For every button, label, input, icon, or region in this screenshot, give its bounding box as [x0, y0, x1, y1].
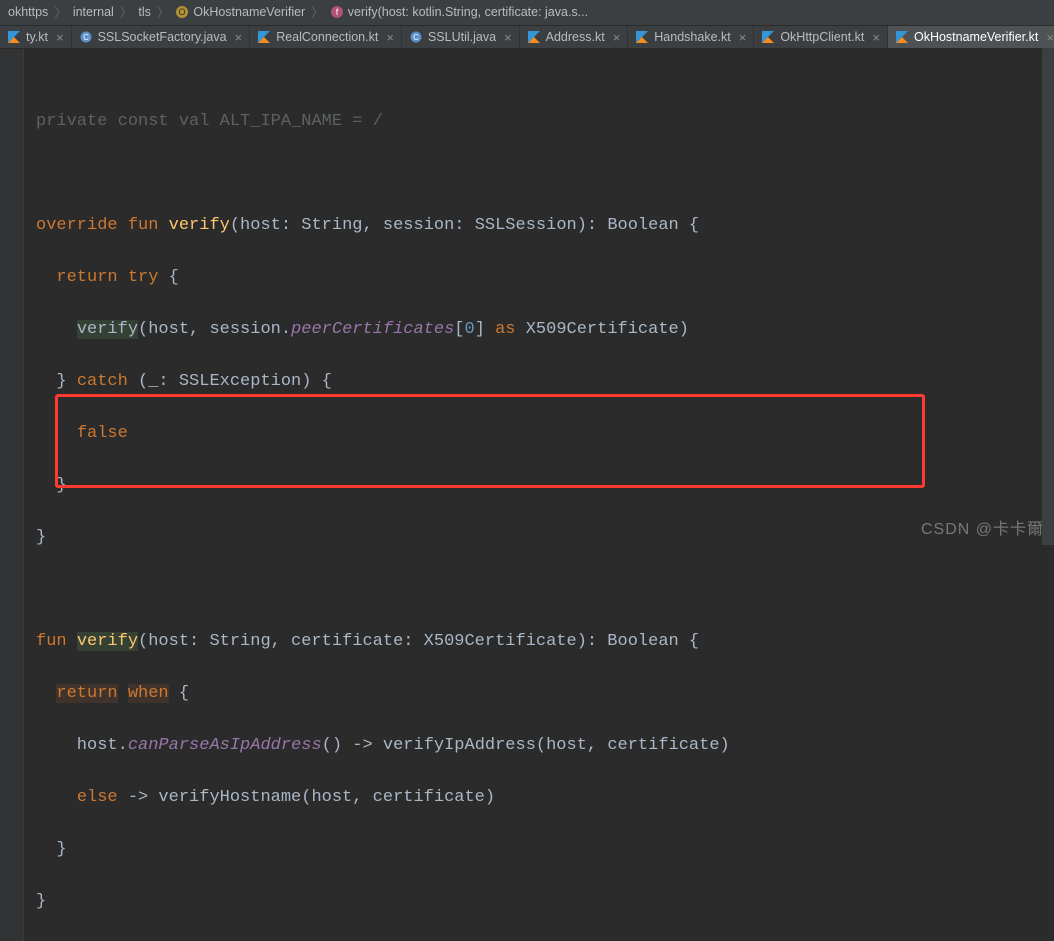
- svg-text:O: O: [179, 7, 186, 17]
- close-icon[interactable]: ×: [56, 31, 64, 44]
- breadcrumb-item[interactable]: O OkHostnameVerifier: [175, 5, 305, 19]
- object-icon: O: [175, 5, 189, 19]
- tab-okhostnameverifier[interactable]: OkHostnameVerifier.kt ×: [888, 26, 1054, 48]
- function-icon: f: [330, 5, 344, 19]
- breadcrumb-item[interactable]: okhttps: [8, 5, 48, 19]
- breadcrumb-item[interactable]: tls: [138, 5, 151, 19]
- editor-gutter: [0, 49, 24, 941]
- breadcrumb-item[interactable]: f verify(host: kotlin.String, certificat…: [330, 5, 588, 19]
- svg-text:C: C: [413, 33, 419, 42]
- close-icon[interactable]: ×: [1046, 31, 1054, 44]
- tab-okhttpclient[interactable]: OkHttpClient.kt ×: [754, 26, 888, 48]
- kotlin-file-icon: [635, 30, 649, 44]
- tab-label: OkHostnameVerifier.kt: [914, 30, 1038, 44]
- chevron-right-icon: 〉: [311, 2, 324, 21]
- tab-handshake[interactable]: Handshake.kt ×: [628, 26, 754, 48]
- close-icon[interactable]: ×: [386, 31, 394, 44]
- kotlin-file-icon: [761, 30, 775, 44]
- editor-scrollbar[interactable]: [1042, 48, 1054, 545]
- chevron-right-icon: 〉: [54, 2, 67, 21]
- tab-label: OkHttpClient.kt: [780, 30, 864, 44]
- kotlin-file-icon: [7, 30, 21, 44]
- kotlin-file-icon: [257, 30, 271, 44]
- tab-ty[interactable]: ty.kt ×: [0, 26, 72, 48]
- java-class-icon: C: [79, 30, 93, 44]
- kotlin-file-icon: [527, 30, 541, 44]
- svg-text:C: C: [83, 33, 89, 42]
- editor-tabs: ty.kt × C SSLSocketFactory.java × RealConn…: [0, 26, 1054, 49]
- tab-label: Handshake.kt: [654, 30, 730, 44]
- tab-label: RealConnection.kt: [276, 30, 378, 44]
- close-icon[interactable]: ×: [739, 31, 747, 44]
- breadcrumb-item[interactable]: internal: [73, 5, 114, 19]
- breadcrumb[interactable]: okhttps 〉 internal 〉 tls 〉 O OkHostnameV…: [0, 0, 1054, 26]
- chevron-right-icon: 〉: [157, 2, 170, 21]
- tab-label: ty.kt: [26, 30, 48, 44]
- tab-label: SSLUtil.java: [428, 30, 496, 44]
- tab-address[interactable]: Address.kt ×: [520, 26, 629, 48]
- tab-label: SSLSocketFactory.java: [98, 30, 227, 44]
- close-icon[interactable]: ×: [504, 31, 512, 44]
- tab-realconnection[interactable]: RealConnection.kt ×: [250, 26, 402, 48]
- close-icon[interactable]: ×: [235, 31, 243, 44]
- breadcrumb-label: internal: [73, 5, 114, 19]
- watermark-text: CSDN @卡卡爾: [921, 515, 1044, 539]
- breadcrumb-label: okhttps: [8, 5, 48, 19]
- code-editor[interactable]: private const val ALT_IPA_NAME = / overr…: [0, 49, 1054, 941]
- tab-label: Address.kt: [546, 30, 605, 44]
- close-icon[interactable]: ×: [613, 31, 621, 44]
- breadcrumb-label: OkHostnameVerifier: [193, 5, 305, 19]
- breadcrumb-label: verify(host: kotlin.String, certificate:…: [348, 5, 588, 19]
- tab-sslsocketfactory[interactable]: C SSLSocketFactory.java ×: [72, 26, 251, 48]
- kotlin-file-icon: [895, 30, 909, 44]
- java-class-icon: C: [409, 30, 423, 44]
- breadcrumb-label: tls: [138, 5, 151, 19]
- chevron-right-icon: 〉: [120, 2, 133, 21]
- close-icon[interactable]: ×: [872, 31, 880, 44]
- tab-sslutil[interactable]: C SSLUtil.java ×: [402, 26, 520, 48]
